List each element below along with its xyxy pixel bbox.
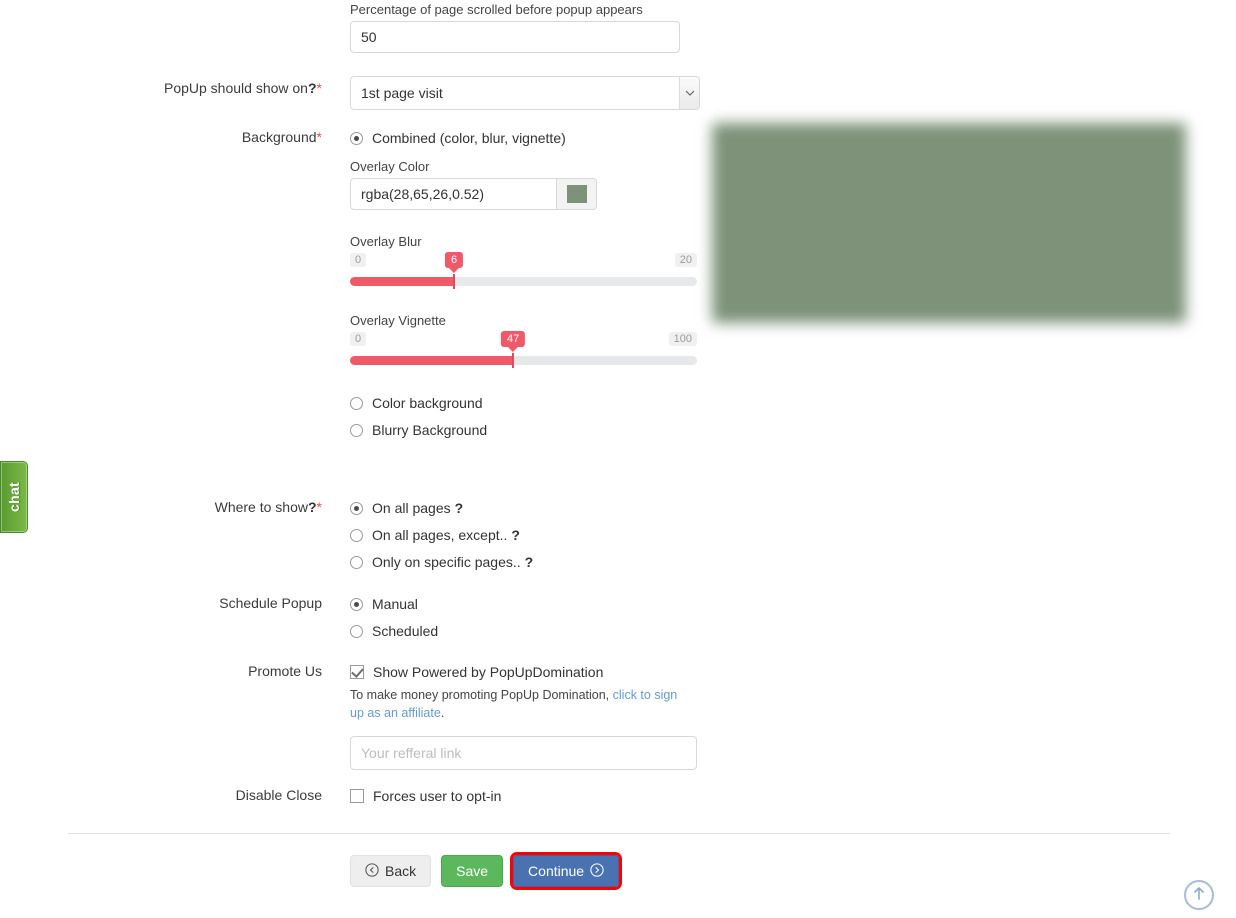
background-option-color[interactable]: Color background bbox=[350, 391, 697, 415]
where-option-all[interactable]: On all pages? bbox=[350, 496, 533, 520]
background-label: Background* bbox=[241, 129, 322, 145]
promote-us-label: Promote Us bbox=[248, 663, 322, 679]
radio-manual-icon[interactable] bbox=[350, 597, 363, 611]
overlay-vignette-slider[interactable] bbox=[350, 353, 697, 368]
continue-button-label: Continue bbox=[528, 863, 585, 879]
overlay-blur-fill bbox=[350, 277, 455, 286]
overlay-color-input[interactable] bbox=[350, 178, 556, 210]
background-option-combined[interactable]: Combined (color, blur, vignette) bbox=[350, 126, 697, 150]
affiliate-note-period: . bbox=[440, 706, 445, 720]
checkbox-show-powered-by-icon[interactable] bbox=[350, 665, 364, 679]
affiliate-note: To make money promoting PopUp Domination… bbox=[350, 686, 685, 722]
overlay-color-group: Overlay Color bbox=[350, 159, 697, 210]
overlay-color-label: Overlay Color bbox=[350, 159, 430, 174]
background-option-blurry-label: Blurry Background bbox=[372, 422, 488, 438]
arrow-up-icon bbox=[1192, 885, 1206, 906]
where-to-show-help-icon[interactable]: ? bbox=[308, 499, 317, 515]
background-option-combined-label: Combined (color, blur, vignette) bbox=[372, 130, 566, 146]
where-to-show-label: Where to show?* bbox=[214, 499, 322, 515]
radio-all-except-icon[interactable] bbox=[350, 528, 363, 542]
arrow-right-circle-icon bbox=[590, 862, 604, 880]
schedule-popup-label: Schedule Popup bbox=[219, 595, 322, 611]
where-option-all-label: On all pages? bbox=[372, 500, 464, 516]
schedule-option-manual[interactable]: Manual bbox=[350, 592, 438, 616]
field-schedule-popup: Manual Scheduled bbox=[350, 592, 438, 646]
scroll-percentage-input[interactable] bbox=[350, 21, 680, 53]
where-option-specific-label: Only on specific pages..? bbox=[372, 554, 534, 570]
overlay-blur-value-badge: 6 bbox=[445, 252, 464, 268]
continue-button[interactable]: Continue bbox=[510, 852, 623, 890]
back-to-top-button[interactable] bbox=[1184, 880, 1214, 910]
overlay-vignette-max: 100 bbox=[668, 332, 697, 346]
form-actions: Back Save Continue bbox=[350, 852, 623, 890]
promote-us-checkbox-label: Show Powered by PopUpDomination bbox=[373, 664, 604, 680]
back-button-label: Back bbox=[385, 863, 417, 879]
schedule-option-manual-label: Manual bbox=[372, 596, 418, 612]
schedule-option-scheduled-label: Scheduled bbox=[372, 623, 439, 639]
field-show-on: 1st page visit bbox=[350, 76, 700, 110]
field-scroll-percentage: Percentage of page scrolled before popup… bbox=[350, 2, 680, 53]
overlay-blur-handle[interactable] bbox=[453, 274, 456, 289]
radio-on-all-pages-icon[interactable] bbox=[350, 501, 363, 515]
show-on-select[interactable]: 1st page visit bbox=[350, 76, 700, 110]
background-required-marker: * bbox=[316, 129, 322, 145]
background-option-color-label: Color background bbox=[372, 395, 483, 411]
save-button[interactable]: Save bbox=[441, 855, 504, 887]
radio-specific-pages-icon[interactable] bbox=[350, 555, 363, 569]
checkbox-forces-opt-in-icon[interactable] bbox=[350, 789, 364, 803]
overlay-vignette-min: 0 bbox=[350, 332, 367, 346]
overlay-blur-label: Overlay Blur bbox=[350, 234, 422, 249]
popup-preview bbox=[712, 123, 1186, 323]
affiliate-note-text: To make money promoting PopUp Domination… bbox=[350, 688, 613, 702]
radio-blurry-background-icon[interactable] bbox=[350, 423, 363, 437]
where-option-except[interactable]: On all pages, except..? bbox=[350, 523, 533, 547]
where-option-all-help-icon[interactable]: ? bbox=[455, 500, 464, 516]
overlay-vignette-fill bbox=[350, 356, 514, 365]
arrow-left-circle-icon bbox=[365, 862, 379, 880]
field-background: Combined (color, blur, vignette) Overlay… bbox=[350, 126, 697, 445]
where-option-specific-help-icon[interactable]: ? bbox=[525, 554, 534, 570]
chat-tab-label: chat bbox=[6, 482, 22, 512]
field-disable-close: Forces user to opt-in bbox=[350, 784, 501, 811]
scroll-percentage-label: Percentage of page scrolled before popup… bbox=[350, 2, 643, 17]
radio-color-background-icon[interactable] bbox=[350, 396, 363, 410]
show-on-label: PopUp should show on?* bbox=[163, 80, 322, 96]
radio-scheduled-icon[interactable] bbox=[350, 624, 363, 638]
where-option-except-label: On all pages, except..? bbox=[372, 527, 520, 543]
show-on-help-icon[interactable]: ? bbox=[308, 80, 317, 96]
overlay-blur-max: 20 bbox=[674, 253, 697, 267]
chat-tab[interactable]: chat bbox=[0, 461, 28, 533]
save-button-label: Save bbox=[456, 863, 489, 879]
back-button[interactable]: Back bbox=[350, 855, 432, 887]
disable-close-label: Disable Close bbox=[235, 787, 322, 803]
overlay-vignette-handle[interactable] bbox=[512, 353, 515, 368]
overlay-vignette-value-badge: 47 bbox=[500, 331, 526, 347]
where-to-show-required-marker: * bbox=[316, 499, 322, 515]
overlay-blur-min: 0 bbox=[350, 253, 367, 267]
referral-link-input[interactable] bbox=[350, 736, 697, 770]
color-swatch-icon bbox=[566, 185, 587, 203]
disable-close-checkbox-row[interactable]: Forces user to opt-in bbox=[350, 784, 501, 808]
schedule-option-scheduled[interactable]: Scheduled bbox=[350, 619, 438, 643]
overlay-blur-group: Overlay Blur 0 6 20 bbox=[350, 234, 697, 289]
disable-close-checkbox-label: Forces user to opt-in bbox=[373, 788, 502, 804]
overlay-color-swatch-button[interactable] bbox=[556, 178, 597, 210]
show-on-required-marker: * bbox=[316, 80, 322, 96]
form-divider bbox=[68, 833, 1170, 834]
overlay-blur-slider[interactable] bbox=[350, 274, 697, 289]
field-where-to-show: On all pages? On all pages, except..? On… bbox=[350, 496, 533, 577]
where-option-except-help-icon[interactable]: ? bbox=[511, 527, 520, 543]
radio-combined-icon[interactable] bbox=[350, 131, 363, 145]
page-root: chat Percentage of page scrolled before … bbox=[0, 0, 1236, 918]
overlay-vignette-group: Overlay Vignette 0 47 100 bbox=[350, 313, 697, 368]
overlay-vignette-label: Overlay Vignette bbox=[350, 313, 446, 328]
promote-us-checkbox-row[interactable]: Show Powered by PopUpDomination bbox=[350, 660, 697, 684]
background-option-blurry[interactable]: Blurry Background bbox=[350, 418, 697, 442]
field-promote-us: Show Powered by PopUpDomination To make … bbox=[350, 660, 697, 770]
where-option-specific[interactable]: Only on specific pages..? bbox=[350, 550, 533, 574]
